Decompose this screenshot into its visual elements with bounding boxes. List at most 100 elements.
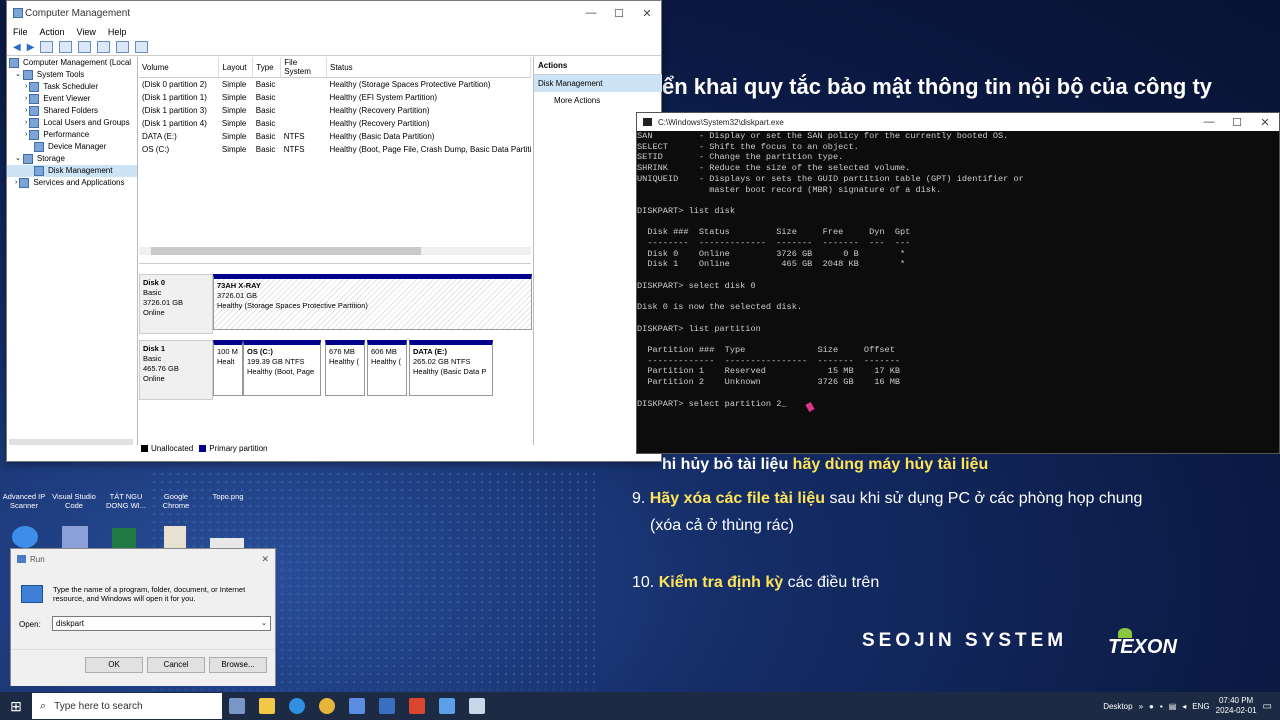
console-output[interactable]: SAN - Display or set the SAN policy for … — [637, 131, 1279, 409]
disk1-partition-os[interactable]: OS (C:) 199.39 GB NTFS Healthy (Boot, Page — [243, 340, 321, 396]
ok-button[interactable]: OK — [85, 657, 143, 673]
tree-item-task-scheduler[interactable]: › Task Scheduler — [7, 81, 137, 93]
col-layout[interactable]: Layout — [218, 57, 254, 78]
actions-disk-management[interactable]: Disk Management — [534, 75, 662, 92]
connect-icon[interactable] — [116, 41, 130, 53]
back-icon[interactable]: ◀ — [13, 42, 21, 53]
excel-icon[interactable] — [112, 528, 136, 548]
tray-chevron-icon[interactable]: » — [1139, 702, 1143, 711]
table-row[interactable]: (Disk 1 partition 3) Simple Basic Healthy (… — [139, 104, 531, 117]
menu-view[interactable]: View — [77, 27, 96, 37]
cancel-button[interactable]: Cancel — [147, 657, 205, 673]
expand-icon[interactable]: › — [25, 117, 27, 129]
tree-item-event-viewer[interactable]: › Event Viewer — [7, 93, 137, 105]
tree-item-root[interactable]: Computer Management (Local — [7, 57, 137, 69]
folder-icon[interactable] — [62, 526, 88, 548]
clock[interactable]: 07:40 PM 2024-02-01 — [1216, 696, 1257, 716]
desktop-icon-topo[interactable]: Topo.png — [204, 472, 252, 501]
expand-icon[interactable]: › — [25, 129, 27, 141]
menu-action[interactable]: Action — [40, 27, 65, 37]
tree-item-performance[interactable]: › Performance — [7, 129, 137, 141]
run-close-button[interactable]: ✕ — [261, 554, 269, 565]
dropdown-chevron-icon[interactable]: ⌄ — [261, 617, 267, 630]
open-input[interactable]: diskpart ⌄ — [52, 616, 271, 631]
tree-item-device-manager[interactable]: Device Manager — [7, 141, 137, 153]
app-taskbar-icon-2[interactable] — [379, 698, 395, 714]
col-volume[interactable]: Volume — [139, 57, 220, 78]
file-icon[interactable] — [164, 526, 186, 548]
cmd-maximize-button[interactable]: ☐ — [1223, 116, 1251, 129]
col-filesystem[interactable]: File System — [280, 57, 327, 78]
desktop-icon-chrome[interactable]: Google Chrome — [152, 472, 200, 510]
maximize-button[interactable]: ☐ — [605, 7, 633, 20]
browse-button[interactable]: Browse... — [209, 657, 267, 673]
disk1-partition-1[interactable]: 100 M Healt — [213, 340, 243, 396]
tree-item-disk-management[interactable]: Disk Management — [7, 165, 137, 177]
table-row[interactable]: (Disk 1 partition 4) Simple Basic Healthy (… — [139, 117, 531, 130]
tree-scrollbar[interactable] — [9, 439, 133, 445]
menu-help[interactable]: Help — [108, 27, 127, 37]
show-tree-icon[interactable] — [59, 41, 73, 53]
file-icon-2[interactable] — [210, 538, 244, 548]
volume-hscrollbar[interactable] — [139, 247, 531, 255]
desktop-icon-vscode[interactable]: Visual Studio Code — [50, 472, 98, 510]
actions-more-actions[interactable]: More Actions — [534, 92, 662, 109]
view-icon[interactable] — [135, 41, 149, 53]
tray-network-icon[interactable]: ▤ — [1169, 702, 1177, 711]
collapse-icon[interactable]: ⌄ — [15, 153, 21, 165]
app-taskbar-icon-5[interactable] — [469, 698, 485, 714]
start-button[interactable]: ⊞ — [0, 698, 32, 715]
disk1-label[interactable]: Disk 1 Basic 465.76 GB Online — [139, 340, 213, 400]
scrollbar-thumb[interactable] — [151, 247, 421, 255]
cmd-close-button[interactable]: ✕ — [1251, 116, 1279, 129]
desktop-toolbar[interactable]: Desktop — [1103, 702, 1132, 711]
tree-item-local-users[interactable]: › Local Users and Groups — [7, 117, 137, 129]
collapse-icon[interactable]: ⌄ — [15, 69, 21, 81]
minimize-button[interactable]: — — [577, 7, 605, 20]
cmd-minimize-button[interactable]: — — [1195, 116, 1223, 129]
disk1-partition-3[interactable]: 676 MB Healthy ( — [325, 340, 365, 396]
tree-item-system-tools[interactable]: ⌄ System Tools — [7, 69, 137, 81]
table-row[interactable]: OS (C:) Simple Basic NTFS Healthy (Boot, Pag… — [139, 143, 531, 156]
desktop-icon-document[interactable]: TÁT NGU DONG WI... — [102, 472, 150, 510]
tree-item-shared-folders[interactable]: › Shared Folders — [7, 105, 137, 117]
table-row[interactable]: DATA (E:) Simple Basic NTFS Healthy (Basic D… — [139, 130, 531, 143]
tray-microphone-icon[interactable]: ● — [1149, 702, 1154, 711]
task-view-icon[interactable] — [229, 698, 245, 714]
expand-icon[interactable]: › — [25, 93, 27, 105]
up-icon[interactable] — [40, 41, 54, 53]
close-button[interactable]: ✕ — [633, 7, 661, 20]
app-taskbar-icon-1[interactable] — [349, 698, 365, 714]
file-explorer-icon[interactable] — [259, 698, 275, 714]
table-row[interactable]: (Disk 1 partition 1) Simple Basic Healthy (… — [139, 91, 531, 104]
disk0-partition[interactable]: 73AH X-RAY 3726.01 GB Healthy (Storage S… — [213, 274, 532, 330]
expand-icon[interactable]: › — [15, 177, 17, 189]
notification-icon[interactable]: ▭ — [1263, 701, 1272, 712]
expand-icon[interactable]: › — [25, 81, 27, 93]
language-indicator[interactable]: ENG — [1192, 702, 1209, 711]
col-type[interactable]: Type — [252, 57, 282, 78]
disk1-partition-4[interactable]: 606 MB Healthy ( — [367, 340, 407, 396]
tray-app-icon[interactable]: ▪ — [1160, 702, 1163, 711]
tree-item-storage[interactable]: ⌄ Storage — [7, 153, 137, 165]
chrome-taskbar-icon[interactable] — [319, 698, 335, 714]
app-taskbar-icon-3[interactable] — [409, 698, 425, 714]
edge-icon[interactable] — [12, 526, 38, 548]
app-taskbar-icon-4[interactable] — [439, 698, 455, 714]
properties-icon[interactable] — [97, 41, 111, 53]
menu-file[interactable]: File — [13, 27, 28, 37]
diskpart-window: C:\Windows\System32\diskpart.exe — ☐ ✕ SAN… — [636, 112, 1280, 454]
col-status[interactable]: Status — [326, 57, 531, 78]
search-box[interactable]: ⌕ Type here to search — [32, 693, 222, 719]
forward-icon[interactable]: ▶ — [27, 42, 35, 53]
disk0-size: 3726.01 GB — [143, 298, 184, 307]
help-icon[interactable] — [78, 41, 92, 53]
edge-taskbar-icon[interactable] — [289, 698, 305, 714]
table-row[interactable]: (Disk 0 partition 2) Simple Basic Healthy (… — [139, 78, 531, 92]
disk0-label[interactable]: Disk 0 Basic 3726.01 GB Online — [139, 274, 213, 334]
disk1-partition-data[interactable]: DATA (E:) 265.02 GB NTFS Healthy (Basic Da… — [409, 340, 493, 396]
tree-item-services[interactable]: › Services and Applications — [7, 177, 137, 189]
expand-icon[interactable]: › — [25, 105, 27, 117]
tray-volume-icon[interactable]: ◂ — [1182, 702, 1186, 711]
desktop-icon-advanced-ip-scanner[interactable]: Advanced IP Scanner — [0, 472, 48, 510]
